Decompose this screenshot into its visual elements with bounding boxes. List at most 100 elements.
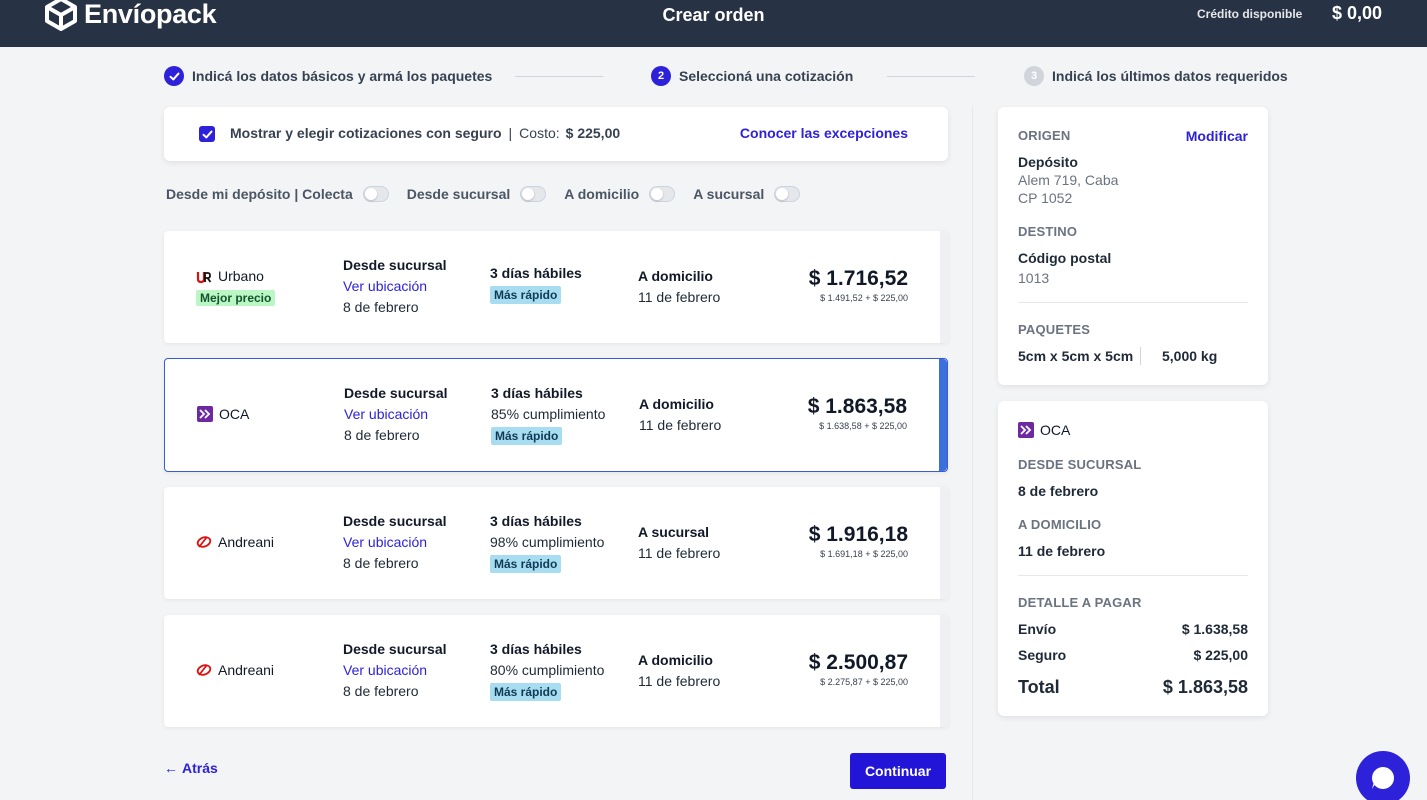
destination-column: A domicilio 11 de febrero	[638, 650, 720, 692]
insurance-label: Seguro	[1018, 647, 1067, 663]
package-weight: 5,000 kg	[1162, 348, 1218, 364]
destination-heading: DESTINO	[1018, 224, 1078, 239]
origin-date: 8 de febrero	[343, 299, 419, 315]
origin-type: Desde sucursal	[344, 385, 448, 401]
step-1[interactable]: Indicá los datos básicos y armá los paqu…	[164, 66, 492, 86]
best-price-badge: Mejor precio	[196, 290, 276, 306]
quote-card-andreani[interactable]: Andreani Desde sucursal Ver ubicación 8 …	[164, 487, 948, 599]
price: $ 1.863,58 $ 1.638,58 + $ 225,00	[808, 395, 907, 431]
delivery-column: 3 días hábiles 85% cumplimiento Más rápi…	[491, 383, 605, 446]
carrier-name: Andreani	[218, 534, 275, 550]
filter-label: Desde sucursal	[406, 186, 511, 202]
step-connector	[887, 76, 975, 77]
back-label: Atrás	[182, 760, 218, 776]
step-3: 3 Indicá los últimos datos requeridos	[1024, 66, 1288, 86]
quote-card-urbano[interactable]: Urbano Mejor precio Desde sucursal Ver u…	[164, 231, 948, 343]
shipping-row: Envío $ 1.638,58	[1018, 621, 1248, 637]
price-breakdown: $ 1.638,58 + $ 225,00	[819, 421, 907, 431]
price-total: $ 1.863,58	[807, 395, 907, 418]
origin-column: Desde sucursal Ver ubicación 8 de febrer…	[344, 383, 448, 446]
insurance-cost-label: Costo:	[519, 125, 560, 141]
chat-button[interactable]	[1356, 751, 1410, 800]
step-label: Indicá los datos básicos y armá los paqu…	[192, 68, 493, 84]
step-number: 3	[1024, 66, 1044, 86]
origin-date: 8 de febrero	[343, 683, 419, 699]
filter-a-domicilio: A domicilio	[564, 186, 676, 202]
continue-button[interactable]: Continuar	[850, 753, 946, 789]
payment-detail-heading: DETALLE A PAGAR	[1018, 595, 1142, 610]
delivery-days: 3 días hábiles	[491, 385, 583, 401]
filter-label: Desde mi depósito | Colecta	[166, 186, 353, 202]
package-dimensions: 5cm x 5cm x 5cm	[1018, 348, 1134, 364]
selected-quote-panel: OCA DESDE SUCURSAL 8 de febrero A DOMICI…	[998, 401, 1268, 716]
destination-name: Código postal	[1018, 250, 1112, 266]
destination-cp: 1013	[1018, 270, 1050, 286]
destination-date: 11 de febrero	[639, 417, 722, 433]
filter-toggle[interactable]	[362, 186, 389, 202]
arrow-left-icon: ←	[164, 760, 178, 776]
destination-column: A sucursal 11 de febrero	[638, 522, 720, 564]
andreani-logo-icon	[196, 664, 212, 676]
filter-toggle[interactable]	[520, 186, 547, 202]
card-accent	[940, 231, 948, 343]
exceptions-link[interactable]: Conocer las excepciones	[740, 125, 908, 141]
insurance-card: Mostrar y elegir cotizaciones con seguro…	[164, 107, 948, 161]
fast-badge: Más rápido	[490, 555, 562, 573]
view-location-link[interactable]: Ver ubicación	[343, 276, 447, 297]
destination-heading: A DOMICILIO	[1018, 517, 1102, 532]
back-button[interactable]: ← Atrás	[164, 760, 218, 776]
total-row: Total $ 1.863,58	[1018, 677, 1248, 698]
insurance-value: $ 225,00	[1193, 647, 1249, 663]
shipping-value: $ 1.638,58	[1181, 621, 1248, 637]
price-breakdown: $ 1.691,18 + $ 225,00	[820, 549, 908, 559]
check-icon	[202, 130, 212, 138]
filter-desde-sucursal: Desde sucursal	[407, 186, 547, 202]
carrier-name: Urbano	[218, 268, 264, 284]
fast-badge: Más rápido	[490, 286, 562, 304]
quote-card-oca[interactable]: OCA Desde sucursal Ver ubicación 8 de fe…	[164, 358, 948, 472]
separator: |	[508, 125, 513, 141]
origin-heading: DESDE SUCURSAL	[1018, 457, 1142, 472]
quote-card-andreani[interactable]: Andreani Desde sucursal Ver ubicación 8 …	[164, 615, 948, 727]
origin-column: Desde sucursal Ver ubicación 8 de febrer…	[343, 511, 447, 574]
step-2[interactable]: 2 Seleccioná una cotización	[651, 66, 853, 86]
price-total: $ 2.500,87	[808, 651, 908, 674]
destination-type: A domicilio	[638, 652, 713, 668]
top-bar: Envíopack Crear orden Crédito disponible…	[0, 0, 1427, 47]
insurance-checkbox[interactable]	[199, 126, 215, 142]
carrier: Urbano	[196, 268, 264, 284]
delivery-days: 3 días hábiles	[490, 513, 582, 529]
origin-type: Desde sucursal	[343, 641, 447, 657]
modify-link[interactable]: Modificar	[1186, 128, 1248, 144]
destination-type: A sucursal	[638, 524, 710, 540]
delivery-days: 3 días hábiles	[490, 265, 582, 281]
fast-badge: Más rápido	[490, 683, 562, 701]
filter-toggle[interactable]	[774, 186, 801, 202]
view-location-link[interactable]: Ver ubicación	[343, 532, 447, 553]
card-accent	[940, 487, 948, 599]
price-breakdown: $ 1.491,52 + $ 225,00	[820, 293, 908, 303]
step-label: Indicá los últimos datos requeridos	[1052, 68, 1288, 84]
credit-label: Crédito disponible	[1197, 7, 1303, 21]
chat-icon	[1372, 767, 1394, 789]
filter-toggle[interactable]	[649, 186, 676, 202]
origin-date: 8 de febrero	[1018, 483, 1099, 499]
view-location-link[interactable]: Ver ubicación	[343, 660, 447, 681]
view-location-link[interactable]: Ver ubicación	[344, 404, 448, 425]
insurance-text: Mostrar y elegir cotizaciones con seguro…	[230, 125, 620, 141]
origin-column: Desde sucursal Ver ubicación 8 de febrer…	[343, 255, 447, 318]
destination-column: A domicilio 11 de febrero	[639, 394, 721, 436]
carrier-name: OCA	[219, 406, 250, 422]
price-total: $ 1.716,52	[808, 267, 908, 290]
origin-heading: ORIGEN	[1018, 128, 1071, 143]
origin-name: Depósito	[1018, 154, 1078, 170]
price: $ 1.716,52 $ 1.491,52 + $ 225,00	[809, 267, 908, 303]
destination-date: 11 de febrero	[638, 673, 721, 689]
price-total: $ 1.916,18	[808, 523, 908, 546]
origin-type: Desde sucursal	[343, 513, 447, 529]
origin-date: 8 de febrero	[343, 555, 419, 571]
delivery-column: 3 días hábiles Más rápido	[490, 263, 582, 305]
column-divider	[972, 107, 973, 800]
filters: Desde mi depósito | Colecta Desde sucurs…	[166, 186, 818, 202]
carrier: OCA	[197, 406, 249, 422]
